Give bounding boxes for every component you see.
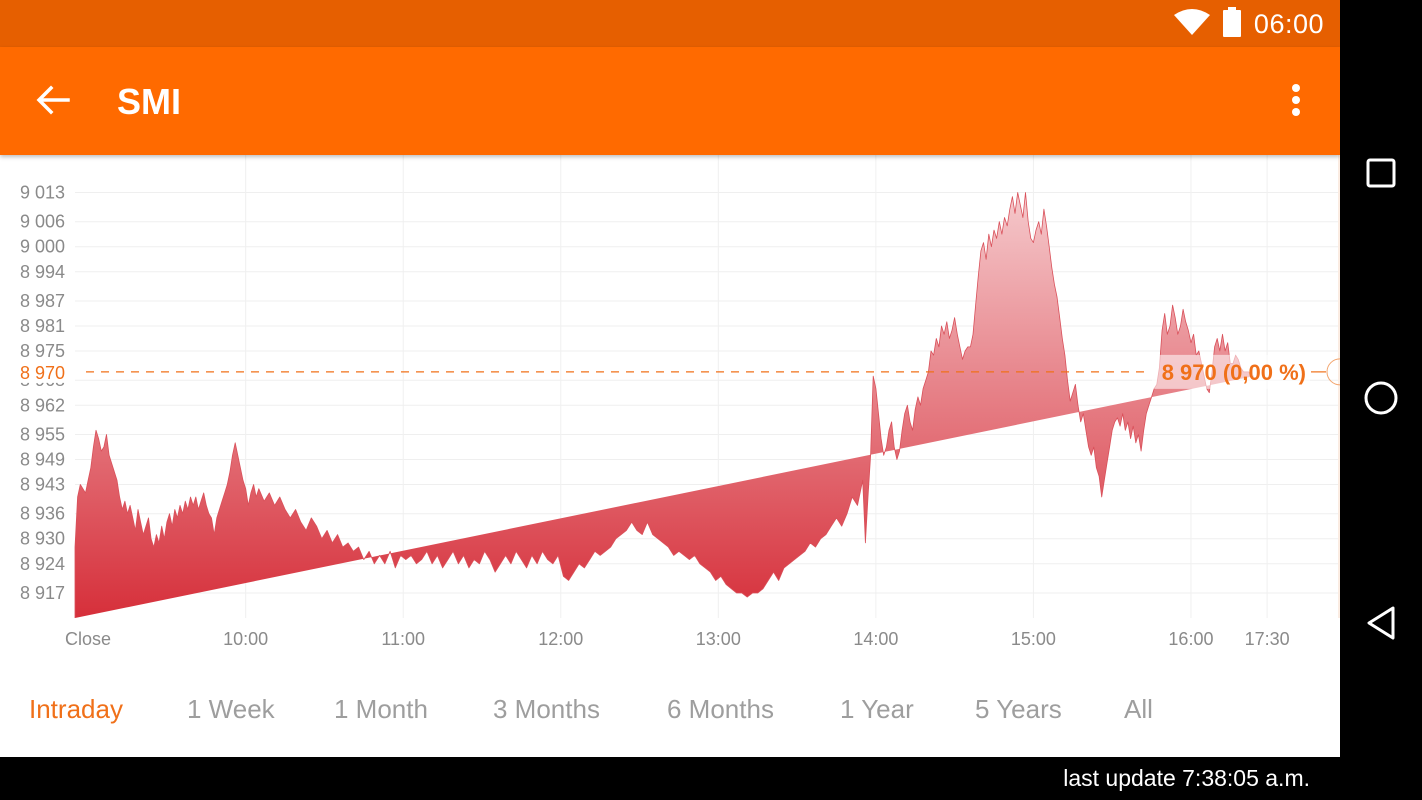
tab-3-months[interactable]: 3 Months	[493, 694, 600, 725]
back-triangle-icon	[1365, 605, 1397, 646]
recents-square-icon	[1365, 157, 1397, 194]
tab-1-year[interactable]: 1 Year	[840, 694, 914, 725]
tab-5-years[interactable]: 5 Years	[975, 694, 1062, 725]
y-tick-label: 8 924	[20, 554, 65, 574]
x-tick-label: Close	[65, 629, 111, 649]
home-circle-icon	[1363, 380, 1399, 421]
range-tabs: Intraday 1 Week 1 Month 3 Months 6 Month…	[0, 670, 1340, 757]
tab-1-month[interactable]: 1 Month	[334, 694, 428, 725]
chart-svg: 9 0139 0069 0008 9948 9878 9818 9758 968…	[12, 155, 1340, 649]
y-tick-label: 8 987	[20, 291, 65, 311]
y-tick-label: 9 000	[20, 237, 65, 257]
recents-button[interactable]	[1356, 150, 1406, 200]
arrow-left-icon	[36, 85, 70, 120]
tab-6-months[interactable]: 6 Months	[667, 694, 774, 725]
y-tick-label: 8 917	[20, 583, 65, 603]
x-tick-label: 16:00	[1168, 629, 1213, 649]
y-tick-label: 8 994	[20, 262, 65, 282]
x-tick-label: 15:00	[1011, 629, 1056, 649]
x-tick-label: 14:00	[853, 629, 898, 649]
y-tick-label: 8 962	[20, 395, 65, 415]
x-tick-label: 10:00	[223, 629, 268, 649]
y-tick-label: 8 949	[20, 449, 65, 469]
intraday-chart[interactable]: 9 0139 0069 0008 9948 9878 9818 9758 968…	[0, 155, 1340, 670]
y-tick-label: 8 943	[20, 475, 65, 495]
back-button[interactable]	[28, 77, 78, 127]
x-tick-label: 13:00	[696, 629, 741, 649]
more-vert-icon	[1291, 83, 1301, 122]
y-tick-label: 9 013	[20, 183, 65, 203]
home-button[interactable]	[1356, 375, 1406, 425]
app-bar: SMI	[0, 47, 1340, 155]
battery-icon	[1222, 6, 1242, 42]
status-icons: 06:00	[1173, 6, 1324, 42]
y-tick-label: 8 930	[20, 529, 65, 549]
y-tick-label: 8 955	[20, 424, 65, 444]
x-tick-label: 12:00	[538, 629, 583, 649]
y-tick-label: 9 006	[20, 212, 65, 232]
tab-all[interactable]: All	[1124, 694, 1153, 725]
app-screen: 06:00 SMI 9 013 9 006 9 000 8 994 8 987 …	[0, 0, 1340, 757]
x-tick-label: 17:30	[1245, 629, 1290, 649]
y-tick-label: 8 975	[20, 341, 65, 361]
x-tick-label: 11:00	[381, 629, 425, 649]
tab-intraday[interactable]: Intraday	[29, 694, 123, 725]
system-nav-bar	[1340, 0, 1422, 800]
page-title: SMI	[117, 81, 182, 122]
back-nav-button[interactable]	[1356, 600, 1406, 650]
footer-bar: last update 7:38:05 a.m.	[0, 757, 1340, 800]
y-tick-label: 8 981	[20, 316, 65, 336]
reference-axis-label: 8 970	[20, 363, 65, 383]
last-update-text: last update 7:38:05 a.m.	[1063, 765, 1310, 791]
wifi-icon	[1173, 8, 1210, 40]
last-value-marker	[1326, 358, 1340, 386]
reference-value-label: 8 970 (0,00 %)	[1162, 360, 1306, 385]
tab-1-week[interactable]: 1 Week	[187, 694, 275, 725]
overflow-menu-button[interactable]	[1278, 77, 1314, 127]
status-bar: 06:00	[0, 0, 1340, 47]
status-time: 06:00	[1253, 8, 1324, 39]
y-tick-label: 8 936	[20, 504, 65, 524]
